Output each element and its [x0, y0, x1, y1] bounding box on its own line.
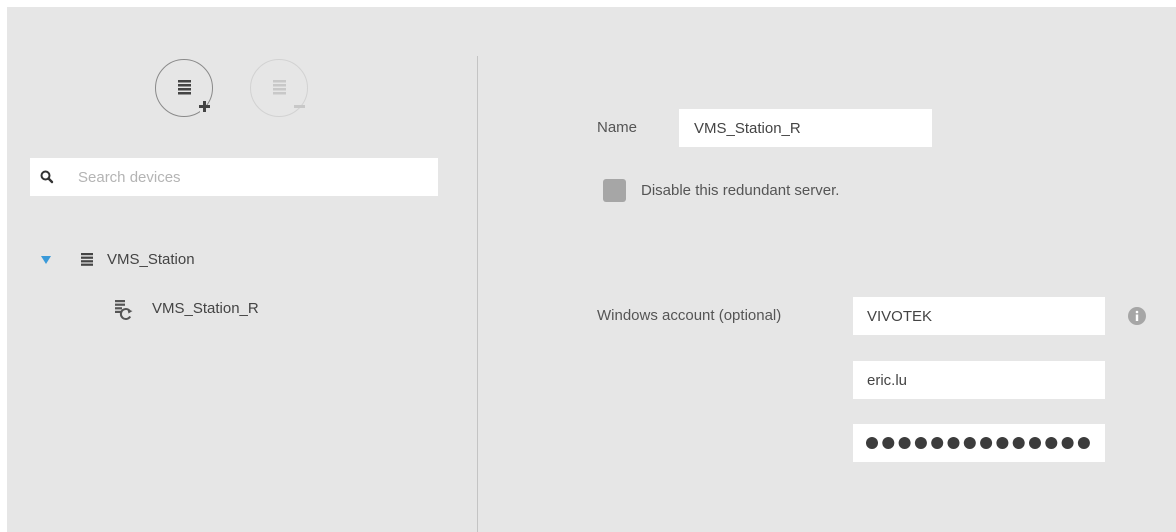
password-dot — [1012, 437, 1025, 449]
search-input[interactable] — [78, 158, 428, 196]
password-dot — [914, 437, 927, 449]
panel-divider — [477, 56, 478, 532]
password-dot — [898, 437, 911, 449]
password-dot — [1061, 437, 1074, 449]
password-dot — [980, 437, 993, 449]
password-dot — [1077, 437, 1090, 449]
tree-item-label: VMS_Station — [107, 251, 195, 268]
name-label: Name — [597, 119, 638, 136]
password-dot — [1029, 437, 1041, 449]
windows-account-label: Windows account (optional) — [597, 307, 782, 324]
search-box — [30, 158, 438, 196]
add-server-button[interactable] — [155, 59, 213, 117]
password-mask — [866, 437, 1090, 449]
password-field[interactable] — [853, 424, 1105, 462]
password-dot — [996, 437, 1009, 449]
search-icon — [40, 170, 54, 184]
tree-item-vms-station-r[interactable]: VMS_Station_R — [108, 297, 358, 321]
disable-server-checkbox[interactable] — [603, 179, 626, 202]
expand-toggle-icon[interactable] — [40, 255, 52, 265]
username-field[interactable] — [853, 361, 1105, 399]
password-dot — [1045, 437, 1058, 449]
server-icon — [81, 253, 93, 266]
remove-server-icon — [273, 80, 305, 108]
password-dot — [963, 437, 976, 449]
password-dot — [882, 437, 895, 449]
password-dot — [947, 437, 960, 449]
info-icon[interactable] — [1128, 307, 1146, 325]
disable-server-label: Disable this redundant server. — [641, 182, 840, 199]
add-server-icon — [178, 80, 210, 114]
tree-item-label: VMS_Station_R — [152, 300, 259, 317]
password-dot — [866, 437, 878, 449]
name-field[interactable] — [679, 109, 932, 147]
password-dot — [931, 437, 944, 449]
remove-server-button[interactable] — [250, 59, 308, 117]
redundant-server-icon — [115, 300, 133, 320]
domain-field[interactable] — [853, 297, 1105, 335]
tree-item-vms-station[interactable]: VMS_Station — [40, 248, 270, 272]
